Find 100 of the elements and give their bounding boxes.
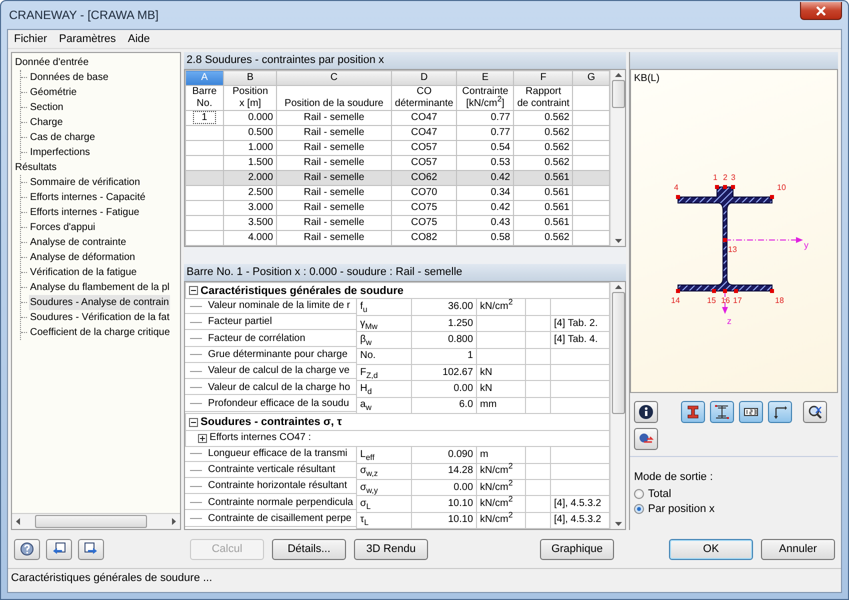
graphics-button[interactable]: Graphique <box>540 538 614 560</box>
value-cell: 10.10 <box>448 498 474 509</box>
tree-item[interactable]: Charge <box>29 115 64 130</box>
table-cell: 0.561 <box>544 172 570 183</box>
node-point <box>712 289 716 293</box>
node-label: 1 <box>713 173 718 182</box>
collapse-icon[interactable] <box>188 418 198 427</box>
tree-item[interactable]: Analyse de contrainte <box>29 235 128 250</box>
tool-button[interactable] <box>768 401 792 423</box>
previous-button[interactable] <box>46 538 72 560</box>
dimensions-icon <box>714 404 730 420</box>
value-cell: 36.00 <box>448 301 474 312</box>
scrollbar-thumb[interactable] <box>612 80 624 108</box>
tool-button[interactable] <box>803 401 827 423</box>
expand-icon[interactable] <box>198 434 207 443</box>
table-cell: CO57 <box>411 157 438 168</box>
tree-item[interactable]: Données de base <box>29 70 110 85</box>
node-label: 10 <box>777 183 786 192</box>
node-label: 16 <box>721 296 730 305</box>
collapse-icon[interactable] <box>188 286 198 296</box>
table-cell: CO82 <box>411 232 438 243</box>
table-cell: 0.562 <box>544 127 570 138</box>
parameter-label: Profondeur efficace de la soudu <box>208 398 350 410</box>
unit-cell: kN <box>480 382 492 394</box>
dialog-button[interactable]: OK <box>669 538 753 560</box>
tree-item[interactable]: Forces d'appui <box>29 220 96 235</box>
tree-item[interactable]: Résultats <box>14 160 178 175</box>
section-heading: Soudures - contraintes σ, τ <box>200 416 342 428</box>
dialog-button[interactable]: Annuler <box>761 538 835 560</box>
scrollbar-thumb[interactable] <box>612 292 624 414</box>
symbol-cell: β$_{w}$ <box>360 334 372 346</box>
column-letter[interactable]: C <box>276 70 392 86</box>
table-cell: 0.77 <box>490 127 510 138</box>
tree-item[interactable]: Coefficient de la charge critique <box>29 325 171 340</box>
radio-button[interactable] <box>634 504 644 514</box>
radio-label[interactable]: Total <box>648 488 672 500</box>
tree-item[interactable]: Géométrie <box>29 85 78 100</box>
z-axis-arrow <box>722 290 728 314</box>
scrollbar[interactable] <box>610 70 625 246</box>
scrollbar-thumb[interactable] <box>35 515 147 528</box>
table-cell: 2.000 <box>248 172 274 183</box>
window-title: CRANEWAY - [CRAWA MB] <box>8 8 159 22</box>
next-button[interactable] <box>78 538 104 560</box>
action-button[interactable]: Détails... <box>272 538 346 560</box>
selected-row[interactable]: 2.000 Rail - semelle CO62 0.42 0.561 <box>185 170 610 186</box>
table-cell: CO75 <box>411 202 438 213</box>
tree-item[interactable]: Cas de charge <box>29 130 96 145</box>
tool-button[interactable] <box>634 401 658 423</box>
node-label: 15 <box>707 296 716 305</box>
reference-cell: [4] Tab. 4. <box>554 334 598 346</box>
column-letter[interactable]: G <box>572 70 610 86</box>
tree-item[interactable]: Donnée d'entrée <box>14 55 178 70</box>
node-point <box>676 195 680 199</box>
table-cell: 0.562 <box>544 142 570 153</box>
column-letter[interactable]: B <box>224 70 277 86</box>
table-cell: 0.562 <box>544 112 570 123</box>
radio-button[interactable] <box>634 489 644 499</box>
symbol-cell: L$_{eff}$ <box>360 448 374 460</box>
tree-item[interactable]: Vérification de la fatigue <box>29 265 138 280</box>
scrollbar[interactable] <box>610 282 625 529</box>
arrow-right-icon <box>170 518 176 525</box>
tree-item[interactable]: Sommaire de vérification <box>29 175 142 190</box>
back-arrow-icon <box>52 542 66 556</box>
tree-item[interactable]: Soudures - Analyse de contrain <box>29 295 170 310</box>
symbol-cell: σ$_{w,z}$ <box>360 465 378 476</box>
close-button[interactable] <box>800 2 842 20</box>
group-heading: Efforts internes CO47 : <box>210 432 312 444</box>
tree-item[interactable]: Section <box>29 100 64 115</box>
table-cell: 0.58 <box>490 232 510 243</box>
tool-button[interactable] <box>739 401 763 423</box>
axes-icon <box>772 404 788 420</box>
value-cell: 6.0 <box>459 399 474 410</box>
tree-item[interactable]: Efforts internes - Capacité <box>29 190 146 205</box>
menu-item[interactable]: Fichier <box>14 33 48 45</box>
reference-cell: [4], 4.5.3.2 <box>554 498 602 509</box>
tree-item[interactable]: Analyse de déformation <box>29 250 136 265</box>
tree-item[interactable]: Analyse du flambement de la pl <box>29 280 171 295</box>
column-letter[interactable]: F <box>514 70 573 86</box>
table-cell: Rail - semelle <box>304 127 364 138</box>
radio-label[interactable]: Par position x <box>648 503 715 515</box>
table-title: 2.8 Soudures - contraintes par position x <box>184 52 626 69</box>
tree-item[interactable]: Imperfections <box>29 145 92 160</box>
value-cell: 1 <box>467 350 474 362</box>
table-cell: 3.000 <box>248 202 274 213</box>
help-button[interactable] <box>14 538 40 560</box>
value-cell: 0.00 <box>454 482 474 493</box>
tool-button[interactable] <box>710 401 734 423</box>
help-icon <box>20 542 34 556</box>
node-label: 3 <box>731 173 736 182</box>
column-letter[interactable]: E <box>456 70 514 86</box>
scrollbar[interactable] <box>12 513 180 529</box>
menu-item[interactable]: Aide <box>128 33 150 45</box>
value-cell: 0.00 <box>454 382 474 394</box>
tool-button[interactable] <box>681 401 705 423</box>
detail-title: Barre No. 1 - Position x : 0.000 - soudure : Rail - semelle <box>184 264 626 281</box>
column-letter[interactable]: D <box>391 70 457 86</box>
tree-item[interactable]: Efforts internes - Fatigue <box>29 205 140 220</box>
action-button[interactable]: 3D Rendu <box>354 538 428 560</box>
menu-item[interactable]: Paramètres <box>59 33 116 45</box>
tree-item[interactable]: Soudures - Vérification de la fat <box>29 310 171 325</box>
